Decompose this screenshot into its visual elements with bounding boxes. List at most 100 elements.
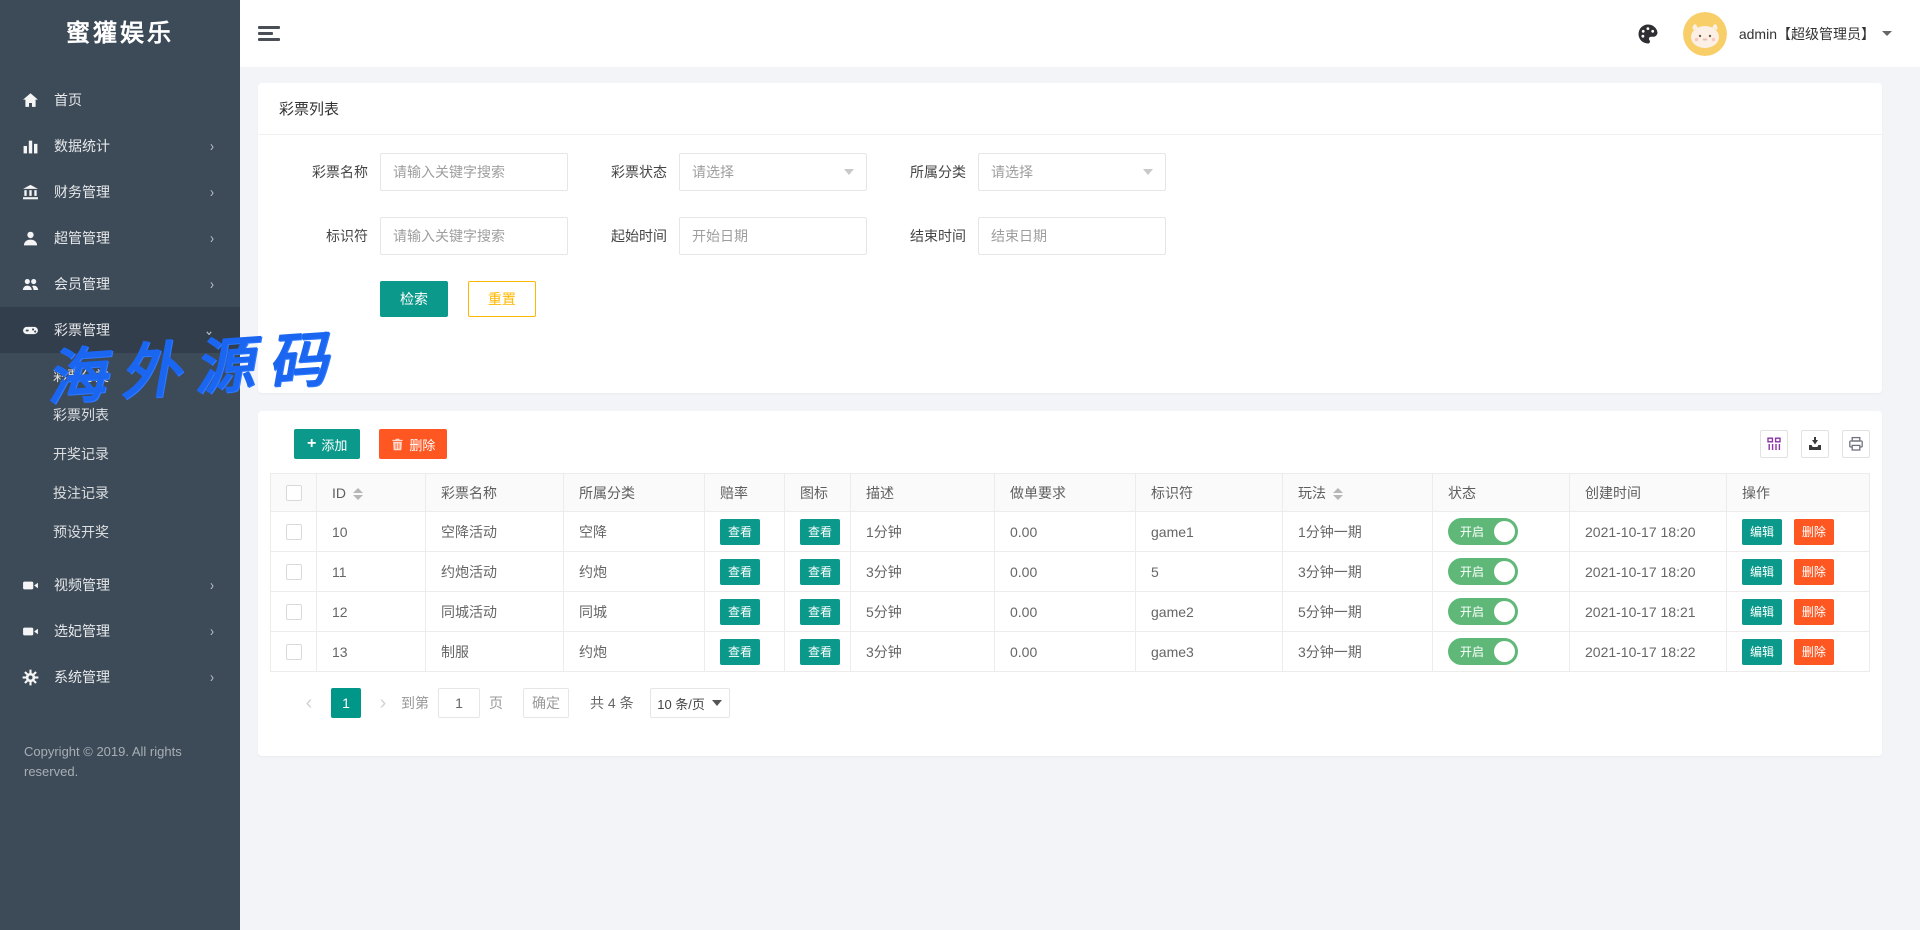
sidebar-subitem-bet-records[interactable]: 投注记录 bbox=[0, 474, 240, 513]
sidebar-item-members[interactable]: 会员管理 › bbox=[0, 261, 240, 307]
start-date-input[interactable] bbox=[679, 217, 867, 255]
cell-identifier: 5 bbox=[1136, 552, 1283, 592]
reset-button[interactable]: 重置 bbox=[468, 281, 536, 317]
menu-toggle-button[interactable] bbox=[258, 23, 282, 45]
odds-view-button[interactable]: 查看 bbox=[720, 519, 760, 545]
sidebar-item-system[interactable]: 系统管理 › bbox=[0, 654, 240, 700]
cell-play: 3分钟一期 bbox=[1283, 632, 1433, 672]
cell-name: 空降活动 bbox=[426, 512, 564, 552]
sidebar-item-concubine[interactable]: 选妃管理 › bbox=[0, 608, 240, 654]
identifier-input[interactable] bbox=[380, 217, 568, 255]
column-header-requirement: 做单要求 bbox=[995, 474, 1136, 512]
copyright-text: Copyright © 2019. All rights reserved. bbox=[24, 742, 204, 782]
table-tools bbox=[1760, 430, 1870, 458]
sidebar-subitem-lottery-category[interactable]: 彩票分类 bbox=[0, 357, 240, 396]
status-toggle[interactable]: 开启 bbox=[1448, 558, 1518, 585]
edit-button[interactable]: 编辑 bbox=[1742, 519, 1782, 545]
sidebar-item-statistics[interactable]: 数据统计 › bbox=[0, 123, 240, 169]
delete-button[interactable]: 删除 bbox=[1794, 519, 1834, 545]
jump-suffix-label: 页 bbox=[489, 693, 503, 713]
status-toggle[interactable]: 开启 bbox=[1448, 518, 1518, 545]
delete-button[interactable]: 删除 bbox=[1794, 639, 1834, 665]
export-icon[interactable] bbox=[1801, 430, 1829, 458]
chevron-right-icon: › bbox=[210, 184, 214, 201]
sidebar-subitem-preset-draw[interactable]: 预设开奖 bbox=[0, 513, 240, 552]
page-title: 彩票列表 bbox=[258, 83, 1882, 135]
status-toggle[interactable]: 开启 bbox=[1448, 598, 1518, 625]
delete-button[interactable]: 删除 bbox=[1794, 599, 1834, 625]
topbar: admin【超级管理员】 bbox=[240, 0, 1920, 67]
filter-columns-icon[interactable] bbox=[1760, 430, 1788, 458]
edit-button[interactable]: 编辑 bbox=[1742, 559, 1782, 585]
next-page-button[interactable]: › bbox=[374, 692, 392, 715]
user-menu[interactable]: admin【超级管理员】 bbox=[1739, 24, 1892, 44]
sort-icon[interactable] bbox=[1333, 488, 1343, 500]
status-toggle[interactable]: 开启 bbox=[1448, 638, 1518, 665]
status-select[interactable]: 请选择 bbox=[679, 153, 867, 191]
end-date-input[interactable] bbox=[978, 217, 1166, 255]
chevron-right-icon: › bbox=[210, 138, 214, 155]
column-header-status: 状态 bbox=[1433, 474, 1570, 512]
delete-button[interactable]: 删除 bbox=[1794, 559, 1834, 585]
table-header-row: ID 彩票名称 所属分类 赔率 图标 描述 做单要求 标识符 玩法 状态 创建时… bbox=[271, 474, 1870, 512]
search-button[interactable]: 检索 bbox=[380, 281, 448, 317]
chevron-right-icon: › bbox=[210, 669, 214, 686]
prev-page-button[interactable]: ‹ bbox=[300, 692, 318, 715]
row-checkbox[interactable] bbox=[286, 604, 302, 620]
sidebar-item-label: 系统管理 bbox=[54, 667, 110, 687]
row-checkbox[interactable] bbox=[286, 644, 302, 660]
cell-identifier: game3 bbox=[1136, 632, 1283, 672]
user-avatar[interactable] bbox=[1683, 12, 1727, 56]
cell-category: 约炮 bbox=[564, 552, 705, 592]
select-all-checkbox[interactable] bbox=[286, 485, 302, 501]
category-select[interactable]: 请选择 bbox=[978, 153, 1166, 191]
edit-button[interactable]: 编辑 bbox=[1742, 599, 1782, 625]
odds-view-button[interactable]: 查看 bbox=[720, 559, 760, 585]
icon-view-button[interactable]: 查看 bbox=[800, 639, 840, 665]
users-icon bbox=[22, 276, 39, 293]
jump-confirm-button[interactable]: 确定 bbox=[523, 688, 569, 718]
print-icon[interactable] bbox=[1842, 430, 1870, 458]
video-camera-icon bbox=[22, 623, 39, 640]
page-size-select[interactable]: 10 条/页 bbox=[650, 688, 730, 718]
category-label: 所属分类 bbox=[880, 162, 966, 182]
current-page-button[interactable]: 1 bbox=[331, 688, 361, 718]
select-caret-icon bbox=[1143, 169, 1153, 175]
username-text: admin【超级管理员】 bbox=[1739, 24, 1875, 44]
row-checkbox[interactable] bbox=[286, 524, 302, 540]
lottery-table: ID 彩票名称 所属分类 赔率 图标 描述 做单要求 标识符 玩法 状态 创建时… bbox=[270, 473, 1870, 672]
sidebar-item-label: 选妃管理 bbox=[54, 621, 110, 641]
sidebar-item-video[interactable]: 视频管理 › bbox=[0, 562, 240, 608]
lottery-submenu: 彩票分类 彩票列表 开奖记录 投注记录 预设开奖 bbox=[0, 353, 240, 562]
edit-button[interactable]: 编辑 bbox=[1742, 639, 1782, 665]
column-header-play[interactable]: 玩法 bbox=[1283, 474, 1433, 512]
icon-view-button[interactable]: 查看 bbox=[800, 559, 840, 585]
sidebar-subitem-draw-records[interactable]: 开奖记录 bbox=[0, 435, 240, 474]
name-input[interactable] bbox=[380, 153, 568, 191]
sidebar-item-lottery[interactable]: 彩票管理 ⌄ bbox=[0, 307, 240, 353]
icon-view-button[interactable]: 查看 bbox=[800, 519, 840, 545]
sidebar-subitem-lottery-list[interactable]: 彩票列表 bbox=[0, 396, 240, 435]
sort-icon[interactable] bbox=[353, 488, 363, 500]
theme-palette-icon[interactable] bbox=[1637, 23, 1659, 45]
sidebar-item-home[interactable]: 首页 bbox=[0, 77, 240, 123]
end-time-label: 结束时间 bbox=[880, 226, 966, 246]
batch-delete-button[interactable]: 删除 bbox=[379, 429, 447, 459]
filter-form: 彩票名称 彩票状态 请选择 所属分类 bbox=[258, 135, 1882, 393]
chevron-down-icon: ⌄ bbox=[204, 322, 214, 339]
icon-view-button[interactable]: 查看 bbox=[800, 599, 840, 625]
cell-name: 制服 bbox=[426, 632, 564, 672]
app-window: 蜜獾娱乐 首页 数据统计 › 财务管理 › 超管管理 › bbox=[0, 0, 1920, 930]
sidebar-item-finance[interactable]: 财务管理 › bbox=[0, 169, 240, 215]
chevron-right-icon: › bbox=[210, 577, 214, 594]
add-button[interactable]: + 添加 bbox=[294, 429, 360, 459]
odds-view-button[interactable]: 查看 bbox=[720, 599, 760, 625]
cell-play: 3分钟一期 bbox=[1283, 552, 1433, 592]
column-header-id[interactable]: ID bbox=[317, 474, 426, 512]
row-checkbox[interactable] bbox=[286, 564, 302, 580]
filter-group-start: 起始时间 bbox=[581, 217, 867, 255]
page-jump-input[interactable] bbox=[438, 688, 480, 718]
sidebar-item-superadmin[interactable]: 超管管理 › bbox=[0, 215, 240, 261]
cell-created: 2021-10-17 18:20 bbox=[1570, 552, 1727, 592]
odds-view-button[interactable]: 查看 bbox=[720, 639, 760, 665]
